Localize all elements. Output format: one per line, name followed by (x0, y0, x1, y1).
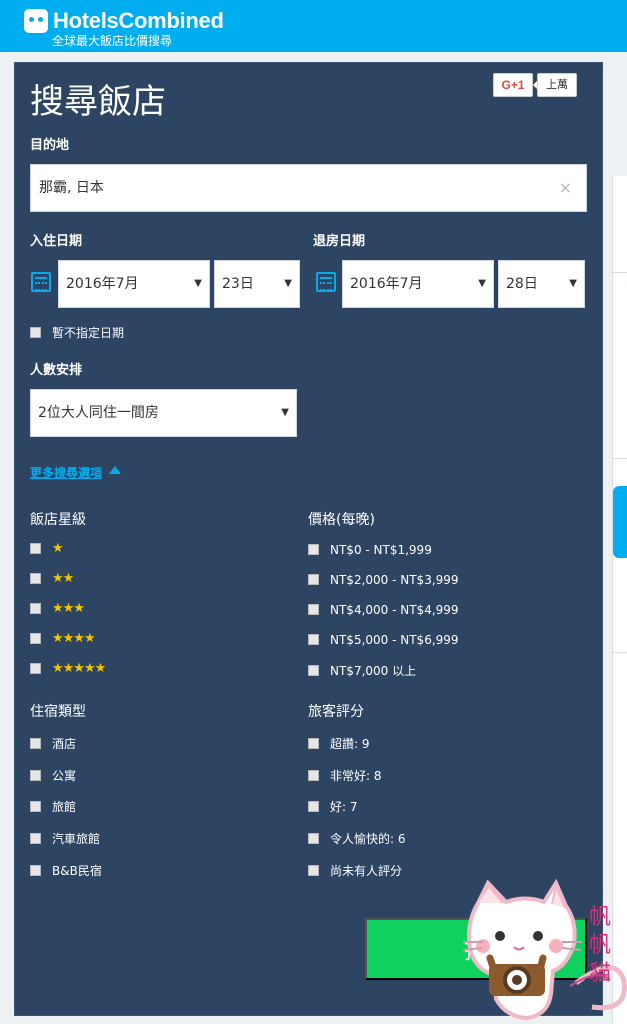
checkbox-icon[interactable] (30, 543, 41, 554)
chevron-up-icon[interactable] (109, 466, 121, 474)
checkbox-icon[interactable] (308, 634, 319, 645)
google-plus-count: 上萬 (533, 73, 577, 97)
chevron-down-icon: ▼ (478, 278, 486, 289)
side-blue-card[interactable] (613, 486, 627, 558)
checkbox-icon[interactable] (308, 544, 319, 555)
calendar-icon[interactable] (31, 272, 51, 292)
side-divider (612, 272, 627, 273)
checkout-month-value: 2016年7月 (350, 276, 423, 292)
star-icon: ★★★★★ (52, 661, 106, 676)
chevron-down-icon: ▼ (281, 407, 289, 418)
checkbox-icon[interactable] (308, 770, 319, 781)
page-title: 搜尋飯店 (30, 82, 166, 122)
checkout-month-select[interactable]: 2016年7月 ▼ (342, 260, 494, 308)
checkbox-icon[interactable] (30, 603, 41, 614)
checkout-day-select[interactable]: 28日 ▼ (498, 260, 585, 308)
top-header: HotelsCombined 全球最大飯店比價搜尋 (0, 0, 627, 52)
checkbox-icon[interactable] (30, 770, 41, 781)
accommodation-type-label: 旅館 (52, 800, 77, 814)
rating-label: 令人愉快的: 6 (330, 832, 406, 846)
checkbox-icon[interactable] (30, 327, 41, 338)
more-search-options-link[interactable]: 更多搜尋選項 (30, 465, 102, 481)
price-label: NT$2,000 - NT$3,999 (330, 573, 459, 587)
chevron-down-icon: ▼ (194, 278, 202, 289)
watermark-text: 帆帆貓 (588, 905, 611, 986)
rating-label: 非常好: 8 (330, 769, 382, 783)
google-plus-button[interactable]: G+1 (493, 73, 533, 97)
price-label: NT$5,000 - NT$6,999 (330, 633, 459, 647)
checkbox-icon[interactable] (308, 574, 319, 585)
chevron-down-icon: ▼ (569, 278, 577, 289)
chevron-down-icon: ▼ (284, 278, 292, 289)
checkbox-icon[interactable] (30, 865, 41, 876)
accommodation-type-label: 酒店 (52, 737, 77, 751)
checkbox-icon[interactable] (30, 738, 41, 749)
checkbox-icon[interactable] (308, 833, 319, 844)
checkbox-icon[interactable] (308, 665, 319, 676)
brand-name[interactable]: HotelsCombined (53, 8, 224, 34)
clear-icon[interactable]: × (559, 165, 572, 211)
checkin-month-select[interactable]: 2016年7月 ▼ (58, 260, 210, 308)
calendar-icon[interactable] (316, 272, 336, 292)
price-label: NT$7,000 以上 (330, 664, 417, 678)
checkin-day-select[interactable]: 23日 ▼ (214, 260, 300, 308)
checkout-day-value: 28日 (506, 276, 538, 292)
checkout-label: 退房日期 (313, 234, 366, 249)
checkin-day-value: 23日 (222, 276, 254, 292)
rating-label: 好: 7 (330, 800, 358, 814)
brand-tagline: 全球最大飯店比價搜尋 (52, 34, 173, 48)
guests-select[interactable]: 2位大人同住一間房 ▼ (30, 389, 297, 437)
checkbox-icon[interactable] (308, 738, 319, 749)
guests-value: 2位大人同住一間房 (38, 405, 159, 421)
rating-label: 超讚: 9 (330, 737, 370, 751)
checkbox-icon[interactable] (30, 633, 41, 644)
accommodation-type-title: 住宿類型 (30, 704, 86, 720)
star-icon: ★★ (52, 571, 74, 586)
star-icon: ★★★ (52, 601, 85, 616)
bear-logo-icon[interactable] (24, 9, 48, 33)
star-icon: ★★★★ (52, 631, 96, 646)
guest-rating-title: 旅客評分 (308, 704, 364, 720)
price-label: NT$4,000 - NT$4,999 (330, 603, 459, 617)
side-divider (612, 652, 627, 653)
checkin-month-value: 2016年7月 (66, 276, 139, 292)
checkbox-icon[interactable] (308, 604, 319, 615)
destination-input[interactable]: 那霸, 日本 × (30, 164, 587, 212)
rating-label: 尚未有人評分 (330, 864, 403, 878)
price-label: NT$0 - NT$1,999 (330, 543, 432, 557)
side-divider (612, 458, 627, 459)
star-icon: ★ (52, 541, 64, 556)
checkbox-icon[interactable] (30, 801, 41, 812)
no-date-label: 暫不指定日期 (52, 326, 125, 340)
checkbox-icon[interactable] (308, 801, 319, 812)
guests-label: 人數安排 (30, 363, 83, 378)
checkbox-icon[interactable] (30, 833, 41, 844)
destination-value: 那霸, 日本 (39, 180, 104, 196)
price-filter-title: 價格(每晚) (308, 512, 375, 528)
checkbox-icon[interactable] (30, 663, 41, 674)
checkin-label: 入住日期 (30, 234, 83, 249)
checkbox-icon[interactable] (308, 865, 319, 876)
accommodation-type-label: 汽車旅館 (52, 832, 101, 846)
destination-label: 目的地 (30, 138, 70, 153)
star-filter-title: 飯店星級 (30, 512, 86, 528)
accommodation-type-label: 公寓 (52, 769, 77, 783)
checkbox-icon[interactable] (30, 573, 41, 584)
accommodation-type-label: B&B民宿 (52, 864, 102, 878)
